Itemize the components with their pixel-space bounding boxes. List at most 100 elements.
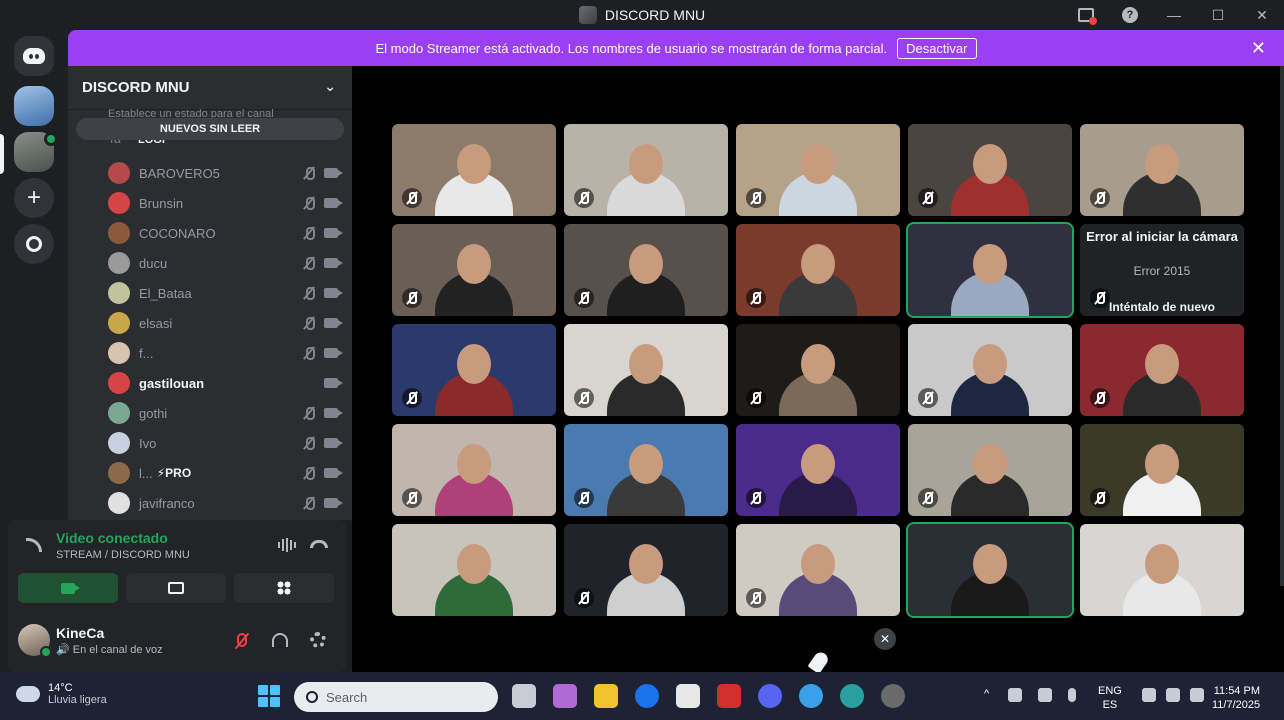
wifi-icon[interactable]	[1142, 688, 1156, 702]
voice-member-row[interactable]: l... ⚡PRO	[68, 458, 352, 488]
server-name: DISCORD MNU	[82, 79, 190, 96]
participant-face	[457, 244, 491, 284]
task-view-icon[interactable]	[512, 684, 536, 708]
chatgpt-icon[interactable]	[881, 684, 905, 708]
edge-icon[interactable]	[840, 684, 864, 708]
close-icon[interactable]: ✕	[874, 628, 896, 650]
disconnect-icon[interactable]	[310, 540, 328, 548]
video-tile[interactable]	[392, 324, 556, 416]
video-tile[interactable]	[908, 324, 1072, 416]
video-tile[interactable]	[392, 124, 556, 216]
minimize-button[interactable]: —	[1152, 0, 1196, 30]
input-language[interactable]: ENG ES	[1098, 684, 1122, 712]
windows-start-icon[interactable]	[258, 685, 280, 707]
video-tile[interactable]	[736, 124, 900, 216]
video-tile[interactable]	[1080, 324, 1244, 416]
explore-servers-icon[interactable]	[14, 224, 54, 264]
member-name: COCONARO	[139, 225, 216, 241]
voice-member-row[interactable]: elsasi	[68, 308, 352, 338]
camera-button[interactable]	[18, 573, 118, 603]
sync-icon[interactable]	[1008, 688, 1022, 702]
voice-member-row[interactable]: BAROVERO5	[68, 158, 352, 188]
chevron-up-icon[interactable]: ^	[984, 688, 998, 702]
noise-suppression-icon[interactable]	[278, 538, 296, 552]
voice-status[interactable]: Video conectado	[56, 530, 168, 546]
video-tile[interactable]	[1080, 424, 1244, 516]
chrome-icon[interactable]	[799, 684, 823, 708]
video-tile[interactable]	[736, 224, 900, 316]
video-tile[interactable]	[736, 324, 900, 416]
video-tile-error[interactable]: Error al iniciar la cámara Error 2015 Inté…	[1080, 224, 1244, 316]
deafen-button[interactable]	[268, 628, 292, 652]
battery-icon[interactable]	[1166, 688, 1180, 702]
weather-widget[interactable]: 14°C Lluvia ligera	[16, 682, 107, 706]
lang-layout: ES	[1102, 699, 1118, 711]
discord-icon[interactable]	[758, 684, 782, 708]
server-icon-discord-mnu[interactable]	[14, 132, 58, 172]
new-unread-pill[interactable]: NUEVOS SIN LEER	[76, 118, 344, 140]
video-tile[interactable]	[564, 124, 728, 216]
volume-icon[interactable]	[1190, 688, 1204, 702]
close-window-button[interactable]: ✕	[1240, 0, 1284, 30]
video-tile[interactable]	[564, 524, 728, 616]
mic-muted-icon	[402, 288, 422, 308]
server-header[interactable]: DISCORD MNU ⌄	[68, 66, 352, 110]
activities-button[interactable]	[234, 573, 334, 603]
mute-button[interactable]	[230, 628, 254, 652]
voice-channel-name[interactable]: STREAM / DISCORD MNU	[56, 549, 190, 561]
member-status-icons	[302, 166, 343, 180]
video-tile[interactable]	[906, 522, 1074, 618]
voice-member-row[interactable]: Brunsin	[68, 188, 352, 218]
user-status: 🔊 En el canal de voz	[56, 644, 163, 656]
voice-member-row[interactable]: javifranco	[68, 488, 352, 518]
video-tile[interactable]	[1080, 124, 1244, 216]
video-tile[interactable]	[1080, 524, 1244, 616]
file-explorer-icon[interactable]	[594, 684, 618, 708]
deactivate-streamer-button[interactable]: Desactivar	[897, 37, 977, 59]
onedrive-icon[interactable]	[1038, 688, 1052, 702]
hp-icon[interactable]	[635, 684, 659, 708]
voice-member-row[interactable]: f...	[68, 338, 352, 368]
mic-muted-icon	[1090, 488, 1110, 508]
video-tile[interactable]	[564, 324, 728, 416]
avatar	[108, 372, 130, 394]
add-server-icon[interactable]: +	[14, 178, 54, 218]
mcafee-icon[interactable]	[717, 684, 741, 708]
close-icon[interactable]: ✕	[1251, 38, 1266, 59]
scrollbar[interactable]	[1280, 66, 1284, 586]
video-tile[interactable]	[564, 424, 728, 516]
signal-icon[interactable]	[26, 538, 42, 552]
inbox-icon[interactable]	[1064, 0, 1108, 30]
username[interactable]: KineCa	[56, 625, 104, 641]
copilot-icon[interactable]	[553, 684, 577, 708]
chevron-down-icon[interactable]: ⌄	[324, 78, 336, 95]
video-tile[interactable]	[392, 224, 556, 316]
avatar[interactable]	[18, 624, 52, 658]
discord-home-icon[interactable]	[14, 36, 54, 76]
store-icon[interactable]	[676, 684, 700, 708]
video-tile[interactable]	[908, 124, 1072, 216]
voice-member-row[interactable]: ducu	[68, 248, 352, 278]
maximize-button[interactable]: ☐	[1196, 0, 1240, 30]
microphone-icon[interactable]	[1068, 688, 1076, 702]
video-tile[interactable]	[908, 424, 1072, 516]
voice-member-row[interactable]: El_Bataa	[68, 278, 352, 308]
help-icon[interactable]: ?	[1108, 0, 1152, 30]
video-tile[interactable]	[392, 524, 556, 616]
video-tile[interactable]	[906, 222, 1074, 318]
screen-share-button[interactable]	[126, 573, 226, 603]
clock[interactable]: 11:54 PM 11/7/2025	[1212, 684, 1260, 712]
voice-member-row[interactable]: COCONARO	[68, 218, 352, 248]
video-tile[interactable]	[736, 524, 900, 616]
rocket-icon[interactable]	[804, 652, 834, 672]
voice-member-row[interactable]: gothi	[68, 398, 352, 428]
voice-member-row[interactable]: gastilouan	[68, 368, 352, 398]
server-icon-1[interactable]	[14, 86, 54, 126]
video-tile[interactable]	[392, 424, 556, 516]
video-tile[interactable]	[736, 424, 900, 516]
mic-muted-icon	[302, 406, 316, 420]
settings-button[interactable]	[306, 628, 330, 652]
voice-member-row[interactable]: Ivo	[68, 428, 352, 458]
video-tile[interactable]	[564, 224, 728, 316]
taskbar-search[interactable]: Search	[294, 682, 498, 712]
